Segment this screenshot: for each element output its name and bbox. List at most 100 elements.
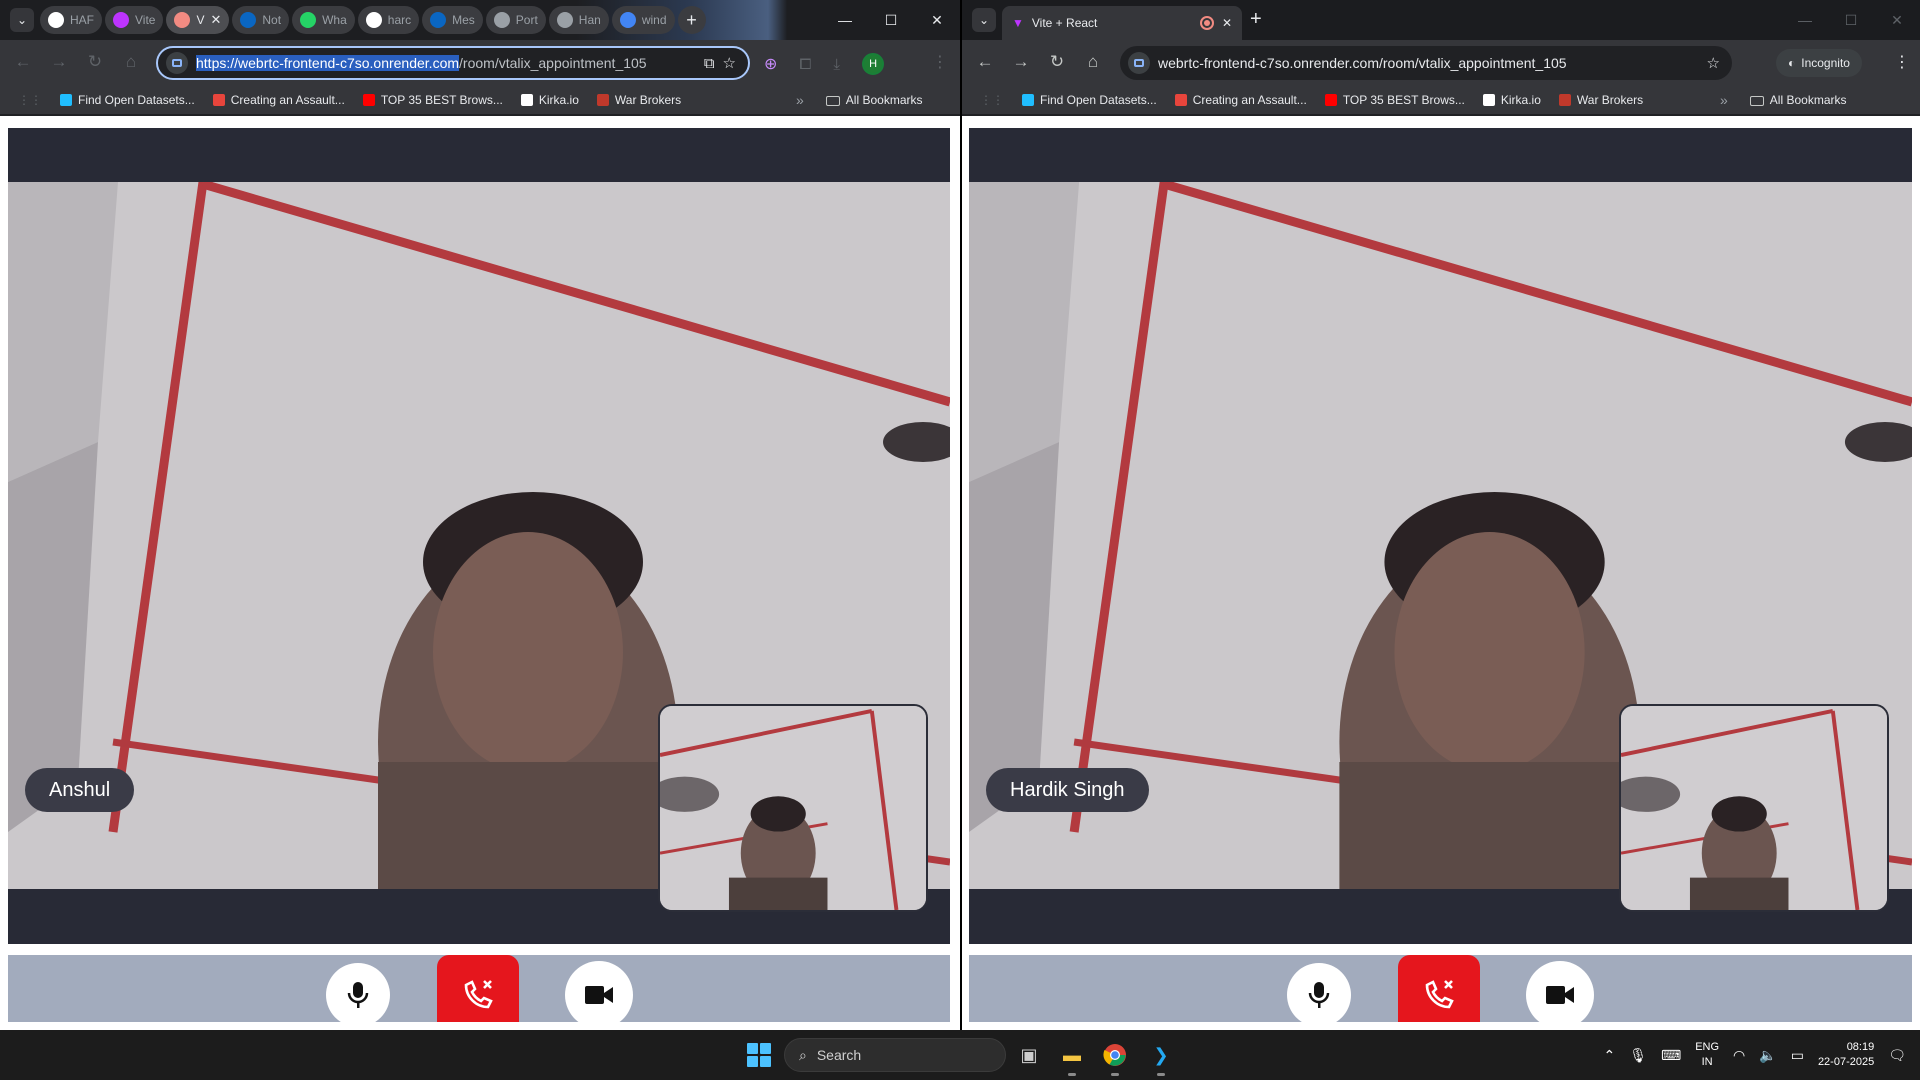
vscode-icon[interactable]: ❯ — [1146, 1040, 1176, 1076]
minimize-icon[interactable]: — — [822, 0, 868, 40]
maximize-icon[interactable]: ☐ — [1828, 0, 1874, 40]
tab-close-icon[interactable]: ✕ — [1222, 16, 1232, 30]
system-tray: ⌃ 🎙 ⌨ ENG IN ◠ 🔈 ▭ 08:19 22-07-2025 🗨 — [1603, 1030, 1920, 1080]
language-indicator[interactable]: ENG IN — [1695, 1040, 1719, 1070]
browser-toolbar: ← → ↻ ⌂ https://webrtc-frontend-c7so.onr… — [0, 40, 960, 86]
maximize-icon[interactable]: ☐ — [868, 0, 914, 40]
microphone-icon — [347, 982, 369, 1008]
local-video-preview[interactable] — [658, 704, 928, 912]
tab-han[interactable]: Han — [548, 6, 609, 34]
tab-label: Not — [262, 13, 282, 27]
call-controls — [969, 955, 1912, 1030]
close-icon[interactable]: ✕ — [1874, 0, 1920, 40]
bookmark-item[interactable]: War Brokers — [596, 93, 681, 107]
tab-strip: ⌄ ▼ Vite + React ✕ + — ☐ ✕ — [962, 0, 1920, 40]
bookmark-item[interactable]: Kirka.io — [520, 93, 579, 107]
site-info-icon[interactable] — [166, 52, 188, 74]
incognito-icon: ◐ — [1788, 56, 1796, 70]
file-explorer-icon[interactable]: ▬ — [1057, 1040, 1087, 1076]
start-button[interactable] — [747, 1043, 771, 1067]
local-video-preview[interactable] — [1619, 704, 1889, 912]
bookmark-item[interactable]: Creating an Assault... — [1174, 93, 1307, 107]
url-text[interactable]: webrtc-frontend-c7so.onrender.com/room/v… — [1158, 55, 1699, 71]
close-icon[interactable]: ✕ — [914, 0, 960, 40]
all-bookmarks[interactable]: All Bookmarks — [1749, 93, 1846, 107]
tab-v[interactable]: V ✕ — [166, 6, 230, 34]
battery-icon[interactable]: ▭ — [1791, 1047, 1804, 1064]
minimize-icon[interactable]: — — [1782, 0, 1828, 40]
address-bar[interactable]: https://webrtc-frontend-c7so.onrender.co… — [156, 46, 750, 80]
clock[interactable]: 08:19 22-07-2025 — [1818, 1040, 1874, 1070]
new-tab-icon[interactable]: + — [677, 6, 706, 34]
tab-search-icon[interactable]: ⌄ — [10, 8, 34, 32]
url-text[interactable]: https://webrtc-frontend-c7so.onrender.co… — [196, 55, 696, 71]
profile-avatar[interactable]: H — [862, 53, 885, 75]
tab-strip: ⌄ HAF Vite V ✕ Not Wha harc Mes Port Han wind + — ☐… — [0, 0, 960, 40]
home-icon[interactable]: ⌂ — [122, 51, 140, 73]
volume-icon[interactable]: 🔈 — [1759, 1047, 1776, 1064]
reload-icon[interactable]: ↻ — [86, 51, 104, 73]
forward-icon[interactable]: → — [50, 51, 68, 73]
bookmark-star-icon[interactable]: ☆ — [1707, 54, 1720, 72]
bookmark-item[interactable]: Find Open Datasets... — [60, 93, 195, 107]
end-call-button[interactable] — [437, 955, 519, 1030]
tab-wind[interactable]: wind — [611, 6, 675, 34]
tab-haf[interactable]: HAF — [40, 6, 102, 34]
menu-icon[interactable]: ⋮ — [932, 52, 948, 72]
all-bookmarks[interactable]: All Bookmarks — [825, 93, 922, 107]
bookmarks-overflow-icon[interactable]: » — [796, 92, 804, 108]
end-call-button[interactable] — [1398, 955, 1480, 1030]
site-info-icon[interactable] — [1128, 52, 1150, 74]
youtube-icon — [362, 94, 375, 106]
tab-harc[interactable]: harc — [357, 6, 420, 34]
notification-icon[interactable]: 🗨 — [1888, 1047, 1906, 1064]
extension-icon[interactable]: ⊕ — [764, 54, 777, 74]
bookmark-item[interactable]: Kirka.io — [1482, 93, 1541, 107]
mic-button[interactable] — [1287, 963, 1351, 1027]
apps-icon[interactable]: ⋮⋮ — [980, 93, 1004, 107]
download-icon[interactable]: ⤓ — [833, 56, 840, 73]
menu-icon[interactable]: ⋮ — [1894, 52, 1910, 72]
keyboard-icon[interactable]: ⌨ — [1661, 1047, 1681, 1064]
camera-button[interactable] — [565, 961, 633, 1029]
tab-vite[interactable]: Vite — [105, 6, 164, 34]
forward-icon[interactable]: → — [1012, 51, 1030, 73]
screenshot-icon[interactable]: ⧉ — [704, 55, 715, 72]
tab-close-icon[interactable]: ✕ — [210, 12, 221, 28]
bookmark-item[interactable]: TOP 35 BEST Brows... — [1324, 93, 1465, 107]
tab-not[interactable]: Not — [232, 6, 290, 34]
tab-mes[interactable]: Mes — [422, 6, 483, 34]
incognito-badge[interactable]: ◐ Incognito — [1776, 49, 1862, 77]
address-bar[interactable]: webrtc-frontend-c7so.onrender.com/room/v… — [1120, 46, 1732, 80]
task-view-icon[interactable]: ▣ — [1014, 1040, 1044, 1070]
tab-search-icon[interactable]: ⌄ — [972, 8, 996, 32]
back-icon[interactable]: ← — [14, 51, 32, 73]
chevron-up-icon[interactable]: ⌃ — [1603, 1047, 1615, 1064]
camera-button[interactable] — [1526, 961, 1594, 1029]
bookmark-item[interactable]: Creating an Assault... — [212, 93, 345, 107]
tab-label: HAF — [70, 13, 94, 27]
back-icon[interactable]: ← — [976, 51, 994, 73]
reload-icon[interactable]: ↻ — [1048, 51, 1066, 73]
wifi-icon[interactable]: ◠ — [1733, 1047, 1745, 1064]
bookmarks-overflow-icon[interactable]: » — [1720, 92, 1728, 108]
tab-vite-react[interactable]: ▼ Vite + React ✕ — [1002, 6, 1242, 40]
bookmark-star-icon[interactable]: ☆ — [723, 54, 736, 72]
new-tab-icon[interactable]: + — [1250, 8, 1262, 31]
chrome-icon[interactable] — [1100, 1040, 1130, 1076]
home-icon[interactable]: ⌂ — [1084, 51, 1102, 73]
puzzle-icon[interactable]: ⧠ — [799, 56, 811, 73]
apps-icon[interactable]: ⋮⋮ — [18, 93, 42, 107]
microphone-tray-icon[interactable]: 🎙 — [1629, 1047, 1647, 1064]
taskbar-search[interactable]: ⌕ Search — [784, 1038, 1006, 1072]
tab-wha[interactable]: Wha — [292, 6, 355, 34]
folder-icon — [825, 95, 840, 106]
bookmark-item[interactable]: Find Open Datasets... — [1022, 93, 1157, 107]
windows-taskbar: ⌕ Search ▣ ▬ ❯ ⌃ 🎙 ⌨ ENG IN ◠ 🔈 ▭ 08:19 … — [0, 1030, 1920, 1080]
tab-port[interactable]: Port — [485, 6, 546, 34]
bookmark-item[interactable]: War Brokers — [1558, 93, 1643, 107]
vite-icon — [113, 12, 129, 28]
url-path: /room/vtalix_appointment_105 — [459, 55, 647, 71]
bookmark-item[interactable]: TOP 35 BEST Brows... — [362, 93, 503, 107]
mic-button[interactable] — [326, 963, 390, 1027]
